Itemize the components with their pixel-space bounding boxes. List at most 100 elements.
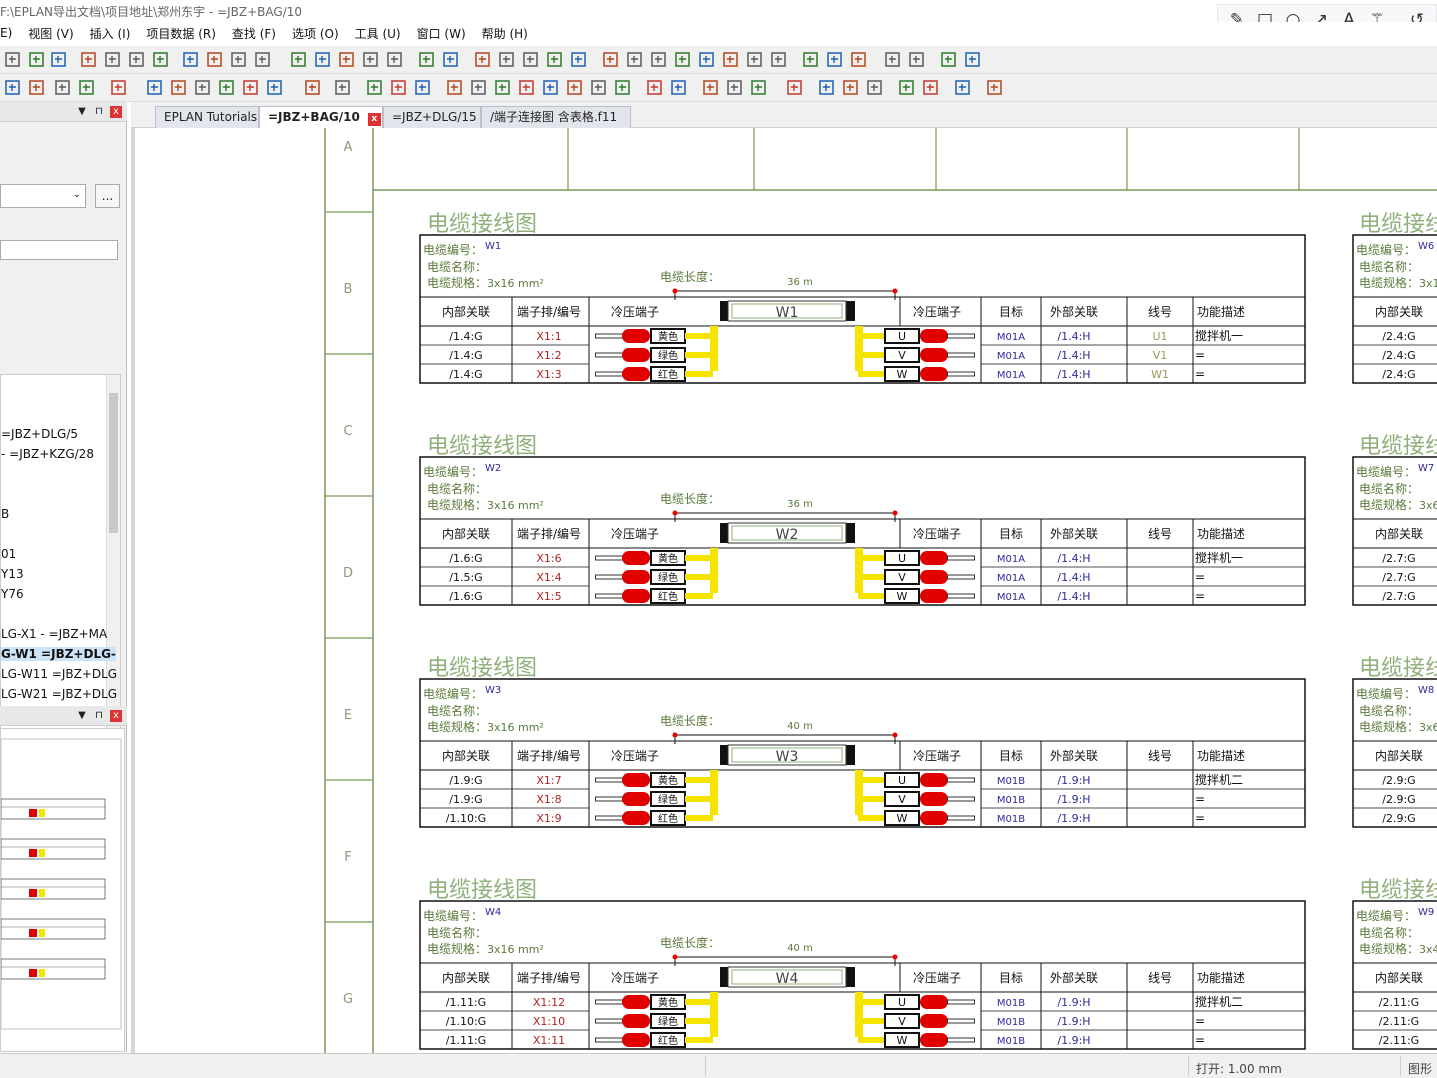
menu-item[interactable]: 窗口 (W): [409, 25, 474, 42]
toolbar-tool-icon[interactable]: [964, 51, 981, 68]
tree-item[interactable]: G-W1 =JBZ+DLG-: [1, 647, 116, 661]
toolbar-tool-icon[interactable]: [750, 79, 767, 96]
tree-item[interactable]: LG-W21 =JBZ+DLG: [1, 687, 117, 701]
menu-item[interactable]: 项目数据 (R): [138, 25, 224, 42]
tab-3[interactable]: /端子连接图 含表格.f11: [481, 106, 631, 128]
toolbar-tool-icon[interactable]: [242, 79, 259, 96]
dropdown-arrow-icon[interactable]: ▼: [76, 710, 88, 722]
menu-item[interactable]: 视图 (V): [20, 25, 81, 42]
toolbar-tool-icon[interactable]: [722, 51, 739, 68]
tab-2[interactable]: =JBZ+DLG/15: [383, 106, 481, 128]
menu-item[interactable]: 工具 (U): [347, 25, 409, 42]
toolbar-tool-icon[interactable]: [362, 51, 379, 68]
toolbar-tool-icon[interactable]: [802, 51, 819, 68]
toolbar-tool-icon[interactable]: [922, 79, 939, 96]
toolbar-tool-icon[interactable]: [818, 79, 835, 96]
toolbar-tool-icon[interactable]: [50, 51, 67, 68]
filter-select[interactable]: ⌄: [0, 184, 86, 208]
toolbar-tool-icon[interactable]: [80, 51, 97, 68]
toolbar-tool-icon[interactable]: [498, 51, 515, 68]
scrollbar-thumb[interactable]: [109, 393, 118, 533]
toolbar-tool-icon[interactable]: [908, 51, 925, 68]
toolbar-tool-icon[interactable]: [128, 51, 145, 68]
toolbar-tool-icon[interactable]: [390, 79, 407, 96]
toolbar-tool-icon[interactable]: [786, 79, 803, 96]
toolbar-tool-icon[interactable]: [446, 79, 463, 96]
tree-item[interactable]: LG-X1 - =JBZ+MA: [1, 627, 107, 641]
toolbar-tool-icon[interactable]: [674, 51, 691, 68]
toolbar-tool-icon[interactable]: [4, 51, 21, 68]
pin-icon[interactable]: ⊓: [93, 710, 105, 722]
toolbar-tool-icon[interactable]: [4, 79, 21, 96]
toolbar-tool-icon[interactable]: [414, 79, 431, 96]
toolbar-tool-icon[interactable]: [474, 51, 491, 68]
toolbar-tool-icon[interactable]: [334, 79, 351, 96]
toolbar-tool-icon[interactable]: [590, 79, 607, 96]
toolbar-tool-icon[interactable]: [28, 51, 45, 68]
toolbar-tool-icon[interactable]: [170, 79, 187, 96]
toolbar-tool-icon[interactable]: [54, 79, 71, 96]
toolbar-tool-icon[interactable]: [182, 51, 199, 68]
toolbar-tool-icon[interactable]: [442, 51, 459, 68]
toolbar-tool-icon[interactable]: [884, 51, 901, 68]
toolbar-tool-icon[interactable]: [850, 51, 867, 68]
toolbar-tool-icon[interactable]: [746, 51, 763, 68]
menu-item[interactable]: 查找 (F): [224, 25, 284, 42]
toolbar-tool-icon[interactable]: [314, 51, 331, 68]
tree-item[interactable]: =JBZ+DLG/5: [1, 427, 78, 441]
toolbar-tool-icon[interactable]: [986, 79, 1003, 96]
toolbar-tool-icon[interactable]: [570, 51, 587, 68]
toolbar-tool-icon[interactable]: [230, 51, 247, 68]
tree-item[interactable]: LG-W11 =JBZ+DLG: [1, 667, 117, 681]
toolbar-tool-icon[interactable]: [470, 79, 487, 96]
toolbar-tool-icon[interactable]: [110, 79, 127, 96]
toolbar-tool-icon[interactable]: [670, 79, 687, 96]
toolbar-tool-icon[interactable]: [566, 79, 583, 96]
toolbar-tool-icon[interactable]: [726, 79, 743, 96]
tree-item[interactable]: Y76: [1, 587, 24, 601]
toolbar-tool-icon[interactable]: [194, 79, 211, 96]
close-icon[interactable]: x: [110, 710, 122, 722]
toolbar-tool-icon[interactable]: [366, 79, 383, 96]
toolbar-tool-icon[interactable]: [518, 79, 535, 96]
toolbar-tool-icon[interactable]: [78, 79, 95, 96]
tab-close-icon[interactable]: x: [367, 113, 381, 126]
toolbar-tool-icon[interactable]: [218, 79, 235, 96]
toolbar-tool-icon[interactable]: [940, 51, 957, 68]
toolbar-tool-icon[interactable]: [546, 51, 563, 68]
toolbar-tool-icon[interactable]: [254, 51, 271, 68]
filter-browse-button[interactable]: ...: [95, 184, 120, 208]
search-input[interactable]: [0, 240, 118, 260]
toolbar-tool-icon[interactable]: [826, 51, 843, 68]
tree-item[interactable]: 01: [1, 547, 16, 561]
toolbar-tool-icon[interactable]: [702, 79, 719, 96]
menu-item[interactable]: 帮助 (H): [474, 25, 536, 42]
toolbar-tool-icon[interactable]: [304, 79, 321, 96]
toolbar-tool-icon[interactable]: [650, 51, 667, 68]
dropdown-arrow-icon[interactable]: ▼: [76, 106, 88, 118]
toolbar-tool-icon[interactable]: [338, 51, 355, 68]
drawing-canvas[interactable]: A B C D E F G 电缆接线图 电缆编号： W1 电缆名称： 电缆规格： 3x16 mm² 电缆长…: [131, 128, 1437, 1053]
tab-1[interactable]: =JBZ+BAG/10 x: [259, 106, 383, 128]
toolbar-tool-icon[interactable]: [770, 51, 787, 68]
toolbar-tool-icon[interactable]: [386, 51, 403, 68]
menu-item[interactable]: E): [0, 26, 20, 40]
close-icon[interactable]: x: [110, 106, 122, 118]
toolbar-tool-icon[interactable]: [614, 79, 631, 96]
toolbar-tool-icon[interactable]: [602, 51, 619, 68]
toolbar-tool-icon[interactable]: [866, 79, 883, 96]
toolbar-tool-icon[interactable]: [954, 79, 971, 96]
pin-icon[interactable]: ⊓: [93, 106, 105, 118]
toolbar-tool-icon[interactable]: [418, 51, 435, 68]
toolbar-tool-icon[interactable]: [206, 51, 223, 68]
tree-item[interactable]: Y13: [1, 567, 24, 581]
toolbar-tool-icon[interactable]: [698, 51, 715, 68]
toolbar-tool-icon[interactable]: [842, 79, 859, 96]
toolbar-tool-icon[interactable]: [28, 79, 45, 96]
toolbar-tool-icon[interactable]: [898, 79, 915, 96]
toolbar-tool-icon[interactable]: [152, 51, 169, 68]
toolbar-tool-icon[interactable]: [522, 51, 539, 68]
menu-item[interactable]: 插入 (I): [82, 25, 139, 42]
tab-0[interactable]: EPLAN Tutorials: [155, 106, 259, 128]
toolbar-tool-icon[interactable]: [542, 79, 559, 96]
